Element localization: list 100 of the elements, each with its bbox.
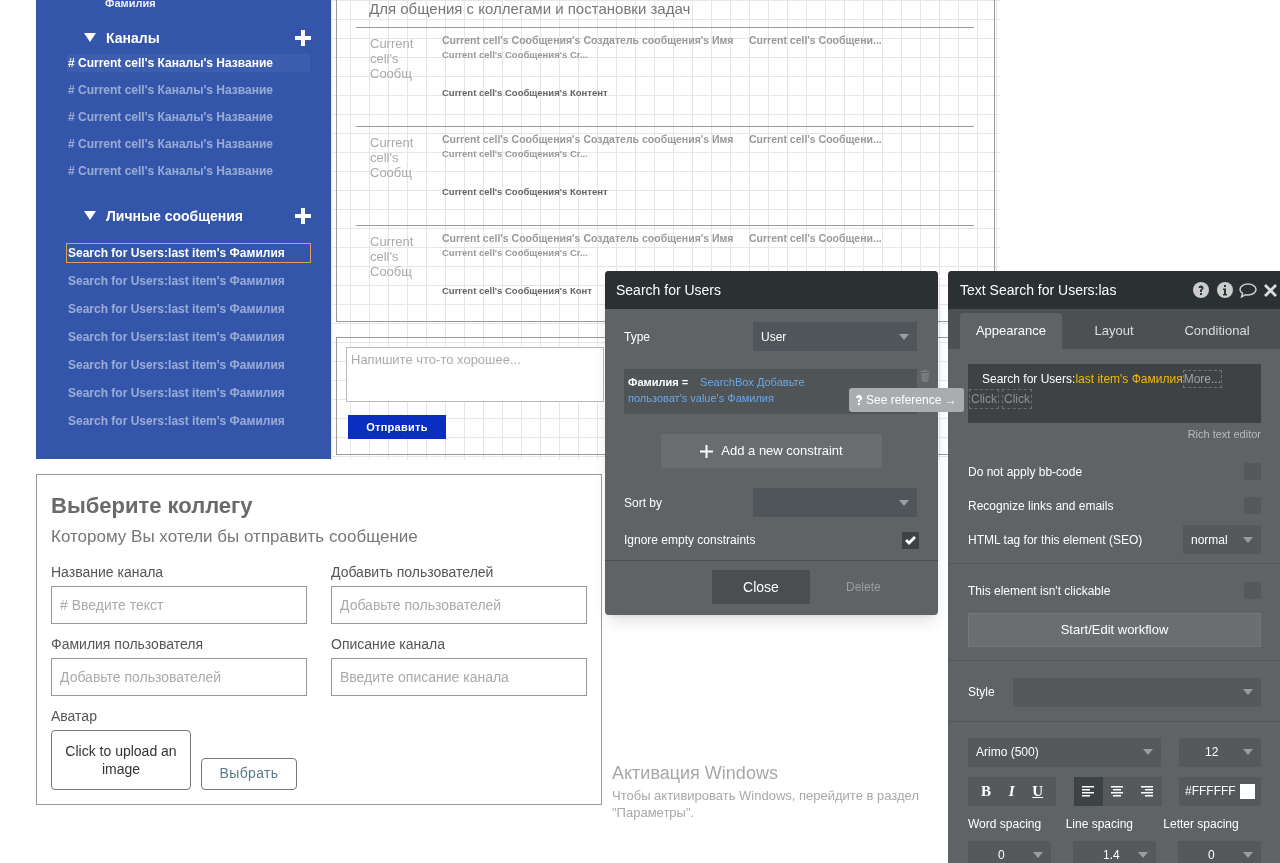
align-right-icon bbox=[1140, 785, 1153, 797]
message-content: Current cell's Сообщения's Конт bbox=[442, 284, 592, 298]
sender-name: Current cell's Сообщения's Создатель сообщения's Имя bbox=[442, 231, 734, 246]
sidebar-item[interactable]: Search for Users:last item's Фамилия bbox=[67, 244, 310, 262]
format-button[interactable]: B bbox=[980, 779, 991, 803]
send-button[interactable]: Отправить bbox=[348, 415, 446, 439]
sender-name: Current cell's Сообщения's Создатель сообщения's Имя bbox=[442, 132, 734, 147]
panel-tab[interactable]: Appearance bbox=[960, 313, 1062, 349]
avatar-text: Current cell's Сообщ bbox=[370, 234, 415, 279]
triangle-down-icon[interactable] bbox=[84, 211, 96, 221]
option-label: Do not apply bb-code bbox=[968, 463, 1083, 481]
section-title: Личные сообщения bbox=[106, 206, 243, 226]
add-constraint-button[interactable]: Add a new constraint bbox=[661, 434, 882, 468]
popup-title: Выберите коллегу bbox=[51, 492, 254, 520]
more-link[interactable]: More... bbox=[1182, 370, 1222, 388]
field-label: Sort by bbox=[624, 494, 663, 512]
font-dropdown[interactable]: Arimo (500) bbox=[968, 737, 1161, 767]
checkbox[interactable] bbox=[902, 531, 919, 549]
editor-caption: Rich text editor bbox=[1187, 427, 1261, 442]
message-input[interactable]: Напишите что-то хорошее... bbox=[346, 347, 604, 402]
sidebar-item-text: Фамилия bbox=[105, 0, 157, 10]
panel-tab[interactable]: Conditional bbox=[1166, 313, 1268, 349]
click-placeholder[interactable]: Click bbox=[969, 389, 999, 409]
comment-icon[interactable] bbox=[1239, 282, 1257, 298]
message-date: Current cell's Сообщени... bbox=[749, 33, 882, 48]
plus-icon[interactable] bbox=[295, 208, 311, 224]
avatar-text: Current cell's Сообщ bbox=[370, 135, 415, 180]
option-label: Word spacing bbox=[968, 815, 1043, 833]
message-content: Current cell's Сообщения's Контент bbox=[442, 185, 608, 199]
caret-icon bbox=[899, 499, 909, 506]
option-label: Letter spacing bbox=[1163, 815, 1240, 833]
tag-dropdown[interactable]: normal bbox=[1183, 525, 1261, 554]
format-button[interactable]: I bbox=[1008, 779, 1015, 803]
color-swatch[interactable] bbox=[1240, 783, 1255, 799]
caret-icon bbox=[1033, 852, 1043, 858]
text-field[interactable]: Добавьте пользователей bbox=[51, 657, 307, 696]
check-icon bbox=[905, 535, 916, 545]
message-created: Current cell's Сообщения's Cr... bbox=[442, 48, 588, 62]
plus-icon bbox=[700, 444, 714, 458]
color-field[interactable]: #FFFFFF bbox=[1179, 776, 1261, 806]
section-title: Каналы bbox=[106, 28, 160, 48]
caret-icon bbox=[899, 333, 909, 340]
field-label: Ignore empty constraints bbox=[624, 532, 756, 549]
caret-icon bbox=[1243, 852, 1253, 858]
message-created: Current cell's Сообщения's Cr... bbox=[442, 147, 588, 161]
click-placeholder[interactable]: Click bbox=[1002, 389, 1032, 409]
rich-text-editor[interactable]: Search for Users:last item's ФамилияMore... Click Click bbox=[968, 364, 1261, 423]
text-field[interactable]: # Введите текст bbox=[51, 585, 307, 624]
spacing-dropdown[interactable]: 0 bbox=[968, 840, 1051, 863]
field-label: Аватар bbox=[51, 706, 98, 726]
popup-subtitle: Которому Вы хотели бы отправить сообщение bbox=[51, 526, 419, 548]
panel-title: Text Search for Users:las bbox=[960, 280, 1118, 300]
caret-icon bbox=[1143, 749, 1153, 755]
dynamic-expression[interactable]: last item's Фамилия bbox=[1075, 371, 1183, 387]
field-label: Название канала bbox=[51, 562, 165, 582]
help-icon[interactable] bbox=[1193, 282, 1209, 298]
field-label: Фамилия пользователя bbox=[51, 634, 204, 654]
caret-icon bbox=[1243, 749, 1253, 755]
sender-name: Current cell's Сообщения's Создатель сообщения's Имя bbox=[442, 33, 734, 48]
text-field[interactable]: Добавьте пользователей bbox=[331, 585, 587, 624]
field-label: Описание канала bbox=[331, 634, 446, 654]
message-date: Current cell's Сообщени... bbox=[749, 231, 882, 246]
text-field[interactable]: Введите описание канала bbox=[331, 657, 587, 696]
plus-icon[interactable] bbox=[295, 30, 311, 46]
caret-icon bbox=[1243, 689, 1253, 695]
avatar-text: Current cell's Сообщ bbox=[370, 36, 415, 81]
field-label: Type bbox=[624, 328, 651, 346]
spacing-dropdown[interactable]: 0 bbox=[1178, 840, 1261, 863]
image-uploader[interactable]: Click to upload an image bbox=[51, 729, 191, 790]
type-dropdown[interactable]: User bbox=[753, 322, 917, 351]
caret-icon bbox=[1243, 536, 1253, 543]
panel-tab[interactable]: Layout bbox=[1063, 313, 1165, 349]
align-left-button[interactable] bbox=[1073, 776, 1103, 806]
sidebar-item[interactable]: # Current cell's Каналы's Название bbox=[67, 54, 310, 72]
canvas-title: Для общения с коллегами и постановки задач bbox=[369, 0, 691, 19]
panel-title: Search for Users bbox=[616, 280, 722, 300]
close-button[interactable]: Close bbox=[712, 570, 810, 604]
triangle-down-icon[interactable] bbox=[84, 33, 96, 43]
close-icon[interactable] bbox=[1264, 283, 1277, 297]
align-center-icon bbox=[1111, 785, 1124, 797]
field-label: Добавить пользователей bbox=[331, 562, 495, 582]
workflow-button[interactable]: Start/Edit workflow bbox=[968, 612, 1261, 647]
message-content: Current cell's Сообщения's Контент bbox=[442, 86, 608, 100]
message-date: Current cell's Сообщени... bbox=[749, 132, 882, 147]
activation-text: Чтобы активировать Windows, перейдите в раздел "Параметры". bbox=[612, 787, 920, 821]
option-label: Line spacing bbox=[1065, 815, 1135, 833]
message-created: Current cell's Сообщения's Cr... bbox=[442, 246, 588, 260]
info-icon[interactable] bbox=[1217, 282, 1233, 298]
choose-button[interactable]: Выбрать bbox=[201, 757, 297, 790]
spacing-dropdown[interactable]: 1.4 bbox=[1073, 840, 1156, 863]
expression-text: Search for Users: bbox=[982, 371, 1076, 387]
align-left-icon bbox=[1082, 785, 1095, 797]
option-label: Style bbox=[968, 684, 996, 701]
option-label: This element isn't clickable bbox=[968, 582, 1111, 600]
format-button[interactable]: U bbox=[1032, 779, 1044, 803]
option-label: Recognize links and emails bbox=[968, 497, 1114, 515]
caret-icon bbox=[1138, 852, 1148, 858]
question-icon bbox=[856, 395, 862, 405]
size-dropdown[interactable]: 12 bbox=[1179, 737, 1261, 767]
option-label: HTML tag for this element (SEO) bbox=[968, 531, 1143, 549]
